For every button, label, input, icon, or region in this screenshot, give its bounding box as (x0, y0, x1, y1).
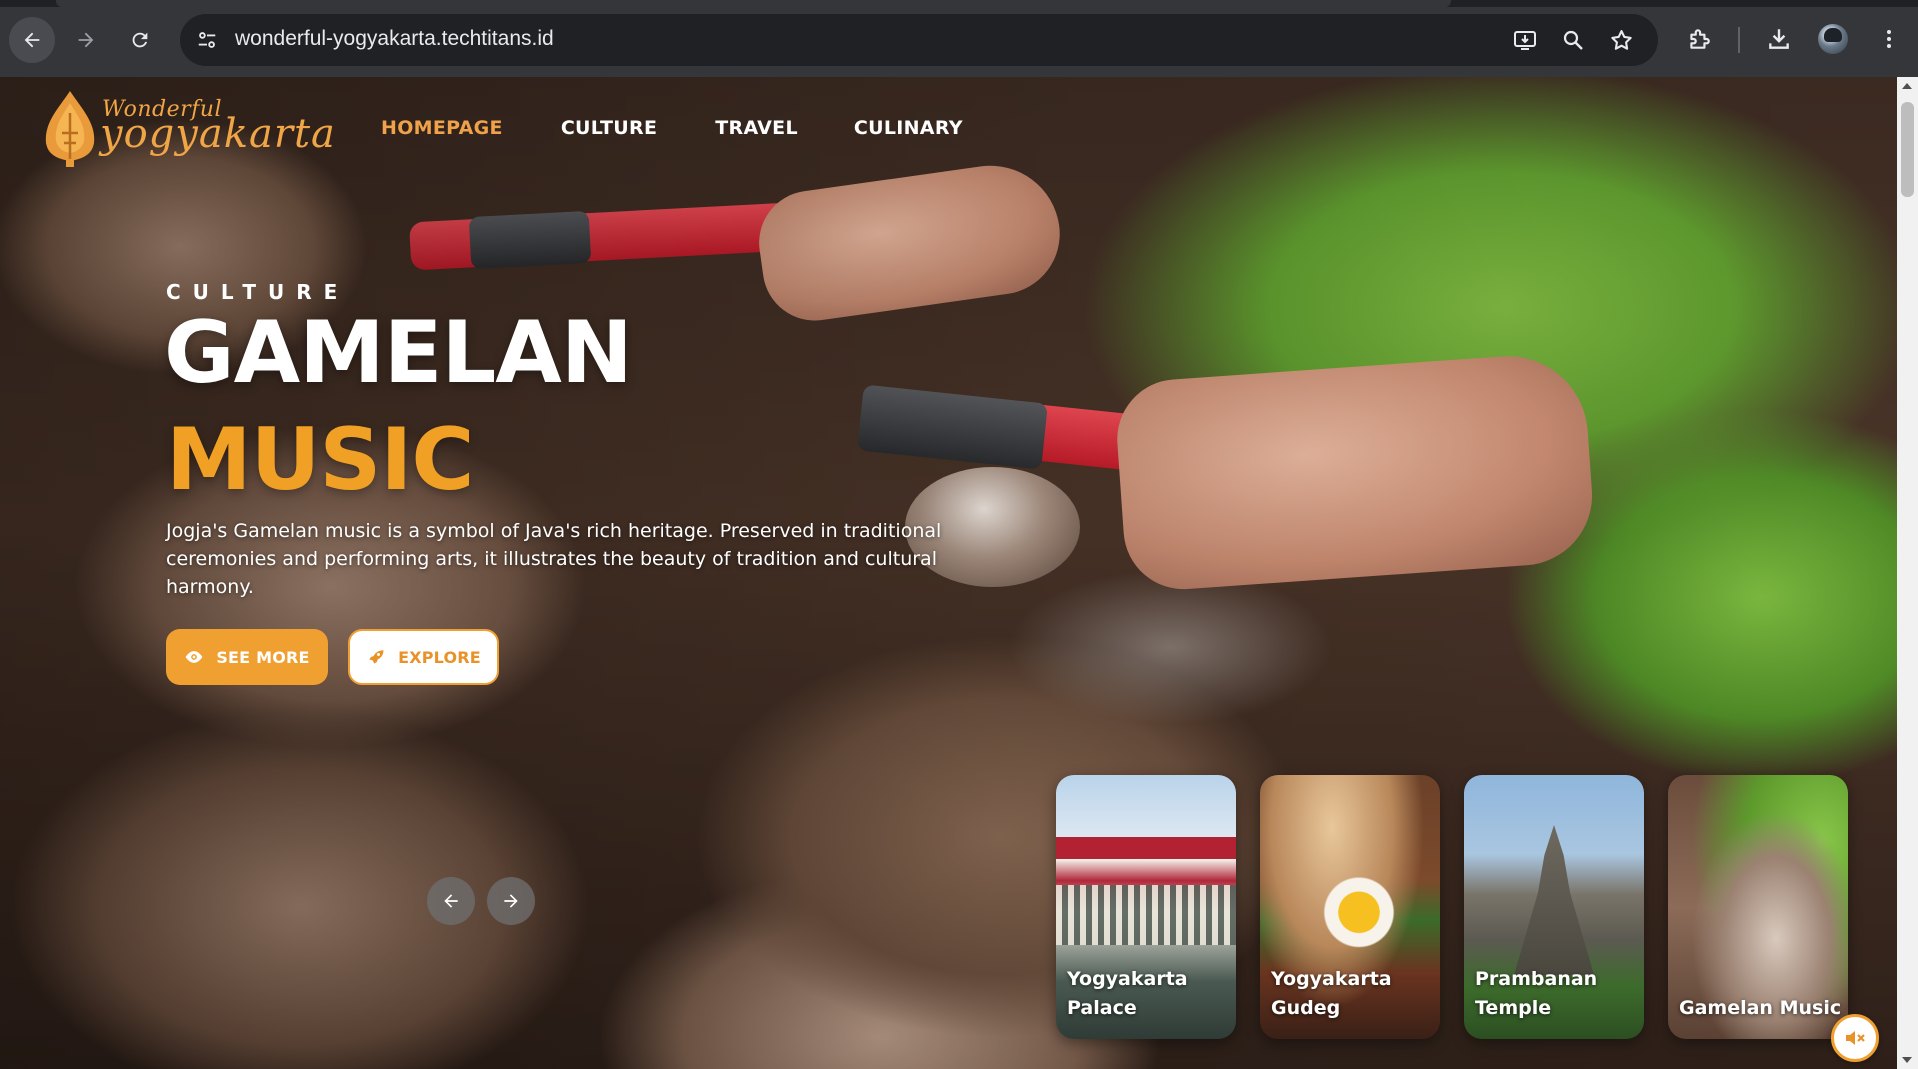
palace-roof-illustration (1056, 837, 1236, 859)
slider-prev-button[interactable] (427, 877, 475, 925)
reload-icon (132, 32, 148, 48)
explore-label: EXPLORE (398, 647, 481, 667)
scroll-up-arrow-icon[interactable] (1902, 83, 1912, 89)
palace-gate-illustration (1056, 885, 1236, 945)
address-bar[interactable]: wonderful-yogyakarta.techtitans.id (180, 14, 1658, 66)
nav-travel[interactable]: TRAVEL (715, 117, 798, 139)
url-text[interactable]: wonderful-yogyakarta.techtitans.id (235, 27, 554, 51)
extensions-icon[interactable] (1684, 24, 1714, 54)
rocket-icon (369, 650, 384, 664)
back-arrow-icon (24, 32, 40, 48)
kebab-menu-icon[interactable] (1874, 24, 1904, 54)
avatar-figure (1824, 28, 1842, 42)
hero-eyebrow: CULTURE (166, 280, 350, 304)
card-label: Yogyakarta Gudeg (1271, 968, 1392, 1019)
gunungan-logo-icon (45, 91, 95, 167)
nav-homepage[interactable]: HOMEPAGE (381, 117, 503, 139)
install-app-icon[interactable] (1512, 27, 1538, 53)
active-tab-edge (56, 0, 1451, 7)
tab-strip (0, 0, 1918, 7)
card-label: Yogyakarta Palace (1067, 968, 1188, 1019)
hero-section: Wonderful yogyakarta HOMEPAGE CULTURE TR… (0, 77, 1897, 1069)
arrow-left-icon (444, 894, 458, 908)
forward-arrow-icon (78, 32, 94, 48)
forward-button[interactable] (63, 17, 109, 63)
explore-button[interactable]: EXPLORE (348, 629, 499, 685)
site-info-icon[interactable] (194, 27, 220, 53)
speaker-muted-icon (1846, 1031, 1865, 1045)
profile-avatar[interactable] (1818, 24, 1848, 54)
card-yogyakarta-gudeg[interactable]: Yogyakarta Gudeg (1260, 775, 1440, 1039)
card-label: Prambanan Temple (1475, 968, 1598, 1019)
card-label: Gamelan Music (1679, 997, 1842, 1019)
scrollbar-thumb[interactable] (1901, 102, 1914, 197)
see-more-button[interactable]: SEE MORE (166, 629, 328, 685)
scroll-down-arrow-icon[interactable] (1902, 1057, 1912, 1063)
mute-audio-button[interactable] (1831, 1014, 1879, 1062)
bookmark-star-icon[interactable] (1608, 27, 1634, 53)
page-scrollbar[interactable] (1897, 77, 1918, 1069)
reload-button[interactable] (117, 17, 163, 63)
zoom-icon[interactable] (1560, 27, 1586, 53)
arrow-right-icon (504, 894, 518, 908)
see-more-label: SEE MORE (216, 647, 310, 667)
hero-title-line2: MUSIC (166, 410, 474, 510)
nav-culinary[interactable]: CULINARY (854, 117, 963, 139)
download-icon[interactable] (1764, 24, 1794, 54)
logo-word-yogyakarta: yogyakarta (100, 111, 336, 157)
main-nav: HOMEPAGE CULTURE TRAVEL CULINARY (381, 117, 963, 139)
site-logo[interactable]: Wonderful yogyakarta (42, 89, 335, 169)
browser-toolbar: wonderful-yogyakarta.techtitans.id (0, 0, 1918, 77)
back-button[interactable] (9, 17, 55, 63)
temple-spire-illustration (1514, 825, 1594, 975)
slider-next-button[interactable] (487, 877, 535, 925)
eye-icon (185, 651, 203, 663)
hero-title-line1: GAMELAN (164, 303, 633, 403)
card-prambanan-temple[interactable]: Prambanan Temple (1464, 775, 1644, 1039)
nav-culture[interactable]: CULTURE (561, 117, 657, 139)
toolbar-separator (1738, 27, 1740, 53)
hero-description: Jogja's Gamelan music is a symbol of Jav… (166, 520, 942, 598)
card-yogyakarta-palace[interactable]: Yogyakarta Palace (1056, 775, 1236, 1039)
card-gamelan-music[interactable]: Gamelan Music (1668, 775, 1848, 1039)
